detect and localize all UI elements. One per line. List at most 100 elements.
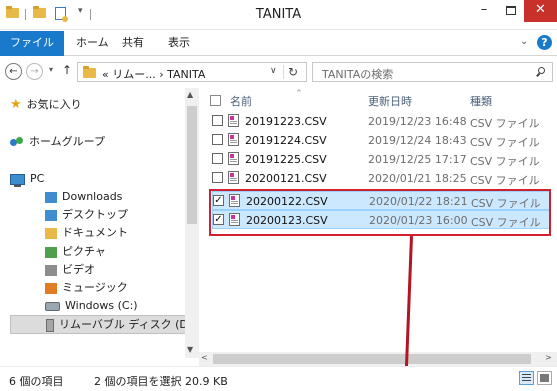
address-bar[interactable]: « リムー... › TANITA ∨ ↻ (77, 62, 307, 82)
sidebar-item-label: デスクトップ (62, 208, 128, 221)
search-input[interactable]: TANITAの検索 (312, 62, 553, 82)
large-icons-view-icon[interactable] (537, 371, 552, 385)
desktop-folder-icon (45, 209, 57, 221)
status-bar: 6 個の項目 2 個の項目を選択 20.9 KB (0, 366, 557, 391)
sidebar-item-documents[interactable]: ドキュメント (45, 224, 128, 242)
tab-file[interactable]: ファイル (0, 31, 64, 56)
column-date-modified[interactable]: 更新日時 (368, 93, 412, 109)
scroll-up-icon[interactable]: ▲ (187, 90, 193, 99)
file-name: 20200121.CSV (245, 172, 327, 185)
maximize-button[interactable] (498, 0, 524, 22)
file-type: CSV ファイル (470, 136, 540, 149)
sidebar-item-label: ドキュメント (62, 226, 128, 239)
sidebar-item-label: ビデオ (62, 263, 95, 276)
sidebar-item-videos[interactable]: ビデオ (45, 261, 95, 279)
select-all-checkbox[interactable] (210, 95, 221, 106)
tab-home[interactable]: ホーム (66, 31, 119, 56)
star-icon: ★ (10, 97, 22, 112)
sidebar-item-pc[interactable]: PC (10, 170, 44, 188)
search-placeholder: TANITAの検索 (322, 68, 394, 81)
file-date: 2019/12/24 18:43 (368, 134, 467, 147)
sidebar-item-pictures[interactable]: ピクチャ (45, 243, 106, 261)
close-button[interactable]: ✕ (524, 0, 557, 22)
csv-file-icon (228, 133, 239, 146)
scroll-left-icon[interactable]: < (201, 353, 208, 362)
computer-icon (10, 173, 25, 187)
horizontal-scrollbar[interactable]: < > (199, 352, 557, 366)
file-name: 20191223.CSV (245, 115, 327, 128)
file-type: CSV ファイル (470, 174, 540, 187)
file-name: 20191225.CSV (245, 153, 327, 166)
navigation-bar: ← → ▾ ↑ « リムー... › TANITA ∨ ↻ TANITAの検索 (0, 57, 557, 87)
table-row[interactable]: 20200121.CSV 2020/01/21 18:25 CSV ファイル (212, 169, 550, 188)
column-type[interactable]: 種類 (470, 93, 492, 109)
search-icon[interactable] (535, 64, 549, 78)
forward-button[interactable]: → (26, 63, 43, 80)
sidebar-item-label: ピクチャ (62, 245, 106, 258)
scroll-down-icon[interactable]: ▼ (187, 345, 193, 354)
sidebar-item-homegroup[interactable]: ホームグループ (10, 133, 105, 151)
help-icon[interactable]: ? (537, 35, 552, 50)
sidebar-item-label: PC (30, 172, 45, 185)
sidebar-item-windows-c[interactable]: Windows (C:) (45, 297, 138, 315)
usb-drive-icon (46, 318, 54, 332)
navigation-pane: ★ お気に入り ホームグループ PC Downloads デスクトップ ドキュメン… (0, 88, 199, 358)
selection-info: 2 個の項目を選択 20.9 KB (94, 375, 228, 388)
back-button[interactable]: ← (5, 63, 22, 80)
details-view-icon[interactable] (519, 371, 534, 385)
sidebar-item-downloads[interactable]: Downloads (45, 188, 122, 206)
csv-file-icon (228, 114, 239, 127)
drive-icon (45, 301, 60, 311)
title-bar: ▾ TANITA – ✕ (0, 0, 557, 30)
table-row[interactable]: 20191224.CSV 2019/12/24 18:43 CSV ファイル (212, 131, 550, 150)
sidebar-item-desktop[interactable]: デスクトップ (45, 206, 128, 224)
scroll-thumb[interactable] (187, 106, 197, 224)
address-divider (283, 65, 284, 79)
sidebar-item-label: ミュージック (62, 281, 128, 294)
row-checkbox[interactable] (212, 172, 223, 183)
music-folder-icon (45, 282, 57, 294)
sidebar-item-removable-disk-d[interactable]: リムーバブル ディスク (D:) (10, 315, 196, 334)
up-button[interactable]: ↑ (62, 63, 72, 77)
file-name: 20191224.CSV (245, 134, 327, 147)
sidebar-item-favorites[interactable]: ★ お気に入り (10, 96, 82, 114)
scroll-thumb[interactable] (213, 354, 531, 364)
tab-share[interactable]: 共有 (112, 31, 154, 56)
column-name[interactable]: 名前 (230, 93, 252, 109)
refresh-icon[interactable]: ↻ (288, 65, 298, 79)
table-row[interactable]: 20191223.CSV 2019/12/23 16:48 CSV ファイル (212, 112, 550, 131)
file-type: CSV ファイル (470, 117, 540, 130)
sidebar-item-music[interactable]: ミュージック (45, 279, 128, 297)
scroll-right-icon[interactable]: > (545, 353, 552, 362)
recent-locations-icon[interactable]: ▾ (49, 65, 53, 74)
expand-ribbon-icon[interactable]: ⌄ (520, 36, 528, 47)
minimize-button[interactable]: – (470, 0, 498, 22)
column-header: 名前 ^ 更新日時 種類 (199, 88, 557, 110)
file-date: 2019/12/23 16:48 (368, 115, 467, 128)
csv-file-icon (228, 171, 239, 184)
csv-file-icon (228, 152, 239, 165)
table-row[interactable]: 20191225.CSV 2019/12/25 17:17 CSV ファイル (212, 150, 550, 169)
sort-ascending-icon: ^ (296, 89, 302, 97)
file-type: CSV ファイル (470, 155, 540, 168)
address-dropdown-icon[interactable]: ∨ (270, 66, 277, 76)
pictures-folder-icon (45, 246, 57, 258)
downloads-folder-icon (45, 191, 57, 203)
highlight-box (209, 189, 551, 236)
row-checkbox[interactable] (212, 115, 223, 126)
file-date: 2020/01/21 18:25 (368, 172, 467, 185)
tab-view[interactable]: 表示 (158, 31, 200, 56)
sidebar-scrollbar[interactable]: ▲ ▼ (185, 88, 199, 358)
sidebar-item-label: お気に入り (26, 98, 82, 111)
videos-folder-icon (45, 264, 57, 276)
item-count: 6 個の項目 (9, 375, 64, 388)
sidebar-item-label: リムーバブル ディスク (D:) (59, 318, 196, 331)
maximize-icon (506, 6, 516, 15)
sidebar-item-label: ホームグループ (29, 135, 106, 148)
file-date: 2019/12/25 17:17 (368, 153, 467, 166)
row-checkbox[interactable] (212, 134, 223, 145)
breadcrumb[interactable]: « リムー... › TANITA (102, 66, 205, 82)
sidebar-item-label: Downloads (62, 190, 123, 203)
homegroup-icon (10, 136, 24, 148)
row-checkbox[interactable] (212, 153, 223, 164)
